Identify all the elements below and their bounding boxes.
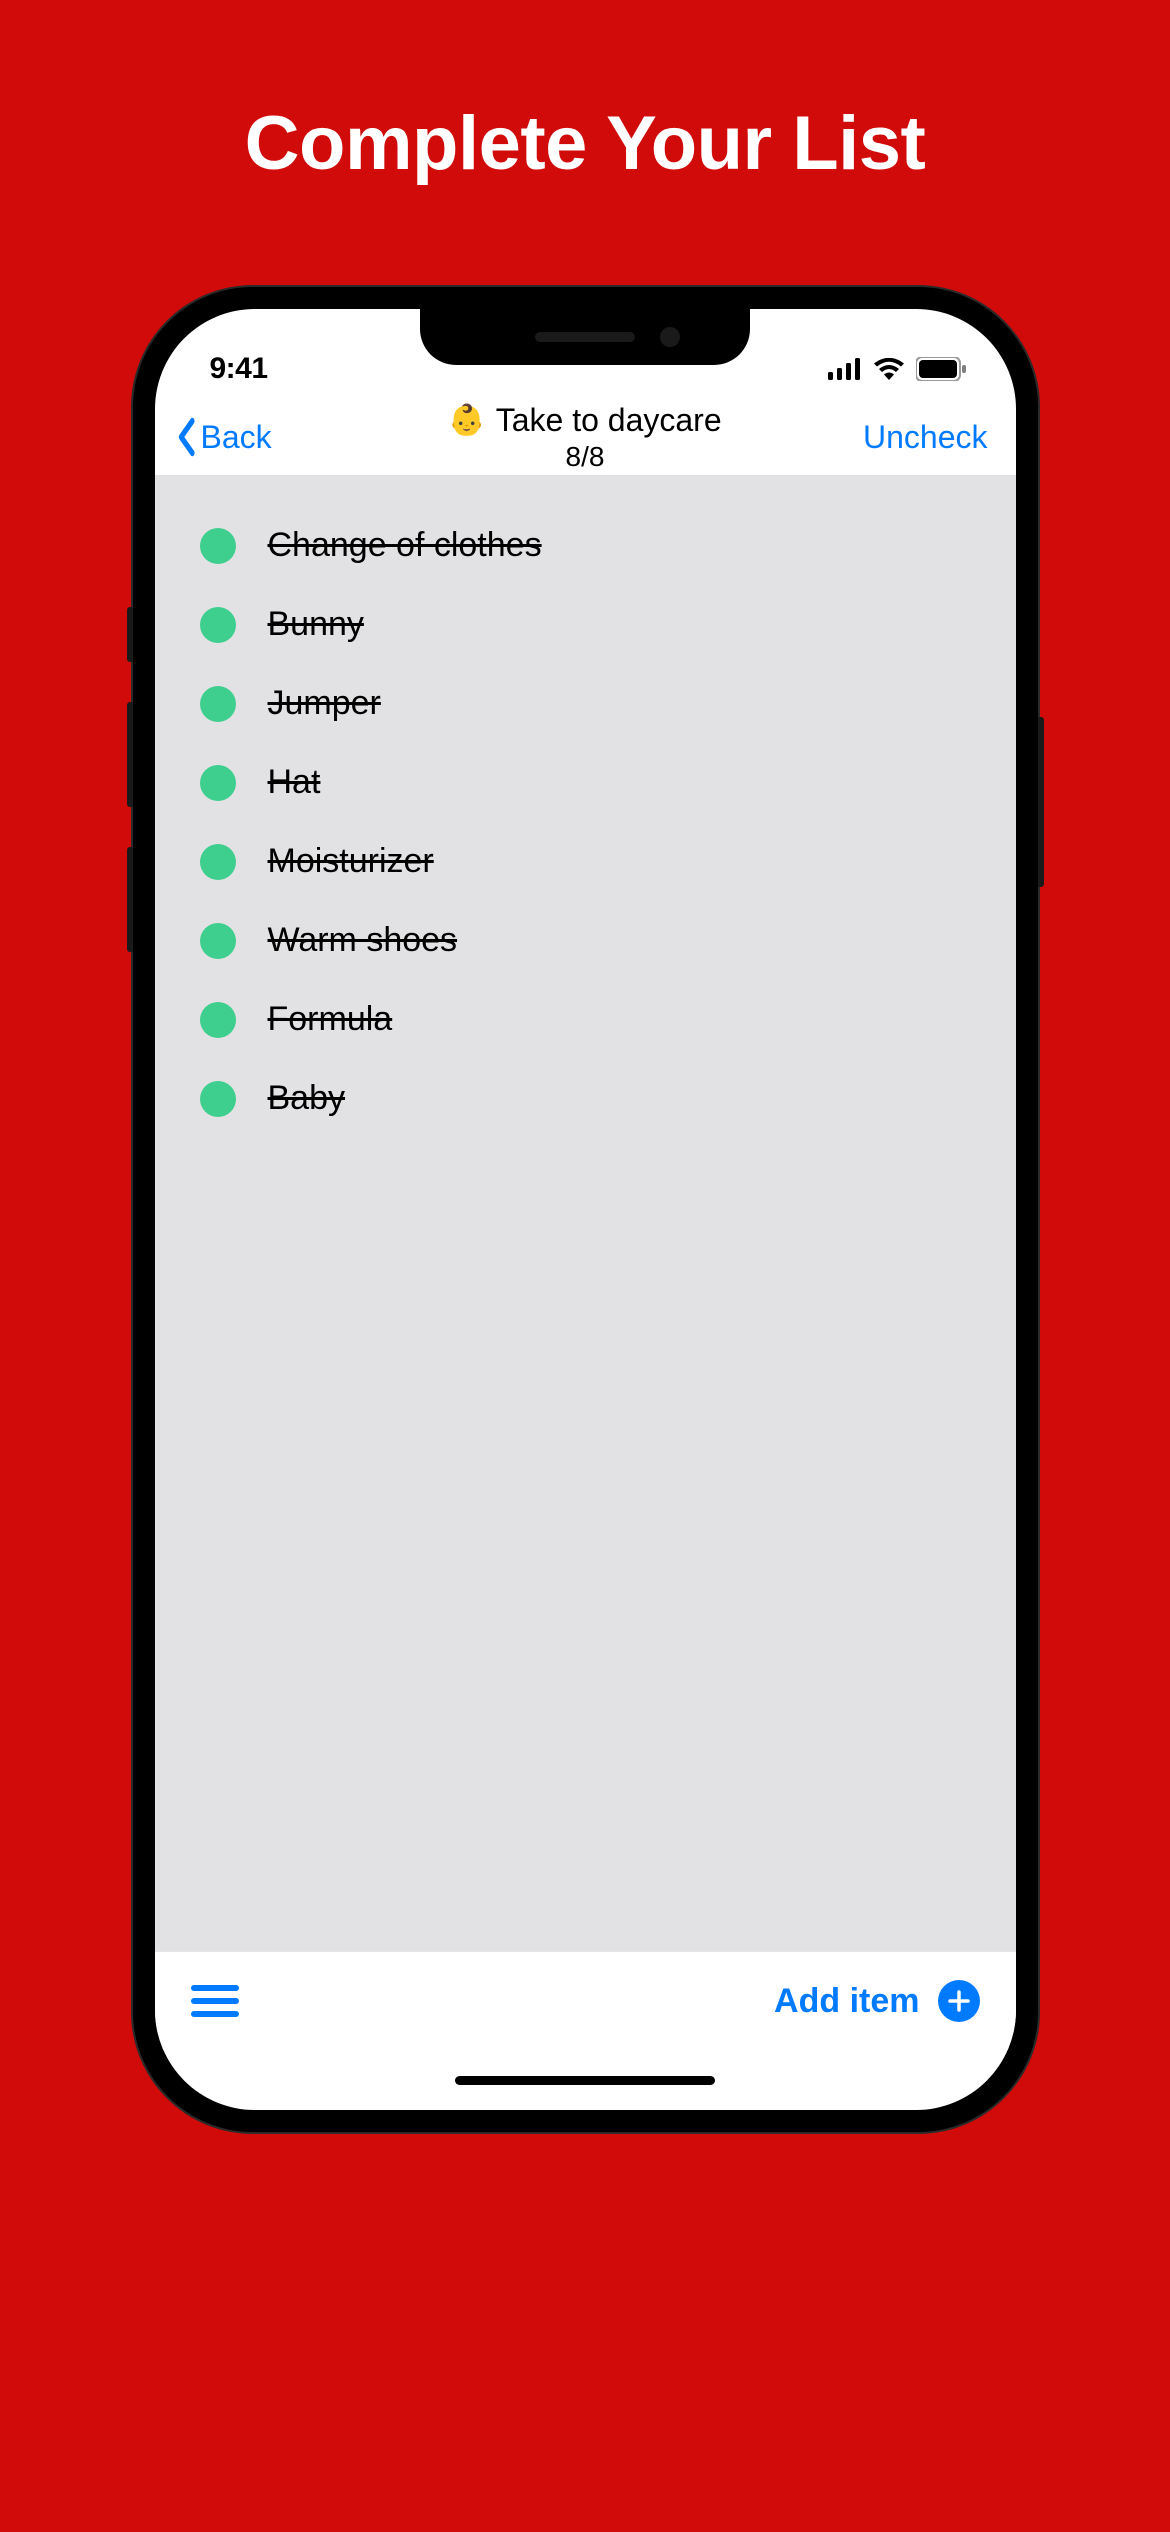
list-item[interactable]: Jumper xyxy=(155,664,1016,743)
phone-screen: 9:41 xyxy=(155,309,1016,2110)
hamburger-icon xyxy=(191,1985,239,1991)
list-item-label: Hat xyxy=(268,763,321,802)
list-item[interactable]: Baby xyxy=(155,1059,1016,1138)
list-item-label: Baby xyxy=(268,1079,346,1118)
menu-button[interactable] xyxy=(191,1985,239,2017)
back-label: Back xyxy=(201,419,272,456)
list-item[interactable]: Hat xyxy=(155,743,1016,822)
add-item-button[interactable]: Add item xyxy=(774,1980,979,2022)
chevron-left-icon xyxy=(176,417,194,457)
check-dot-icon[interactable] xyxy=(200,1002,236,1038)
list-item-label: Jumper xyxy=(268,684,381,723)
list-item-label: Moisturizer xyxy=(268,842,434,881)
phone-notch xyxy=(420,309,750,365)
list-item-label: Formula xyxy=(268,1000,393,1039)
list-item-label: Change of clothes xyxy=(268,526,542,565)
cellular-icon xyxy=(828,358,862,380)
check-dot-icon[interactable] xyxy=(200,923,236,959)
nav-title-text: Take to daycare xyxy=(496,402,722,439)
baby-icon: 👶 xyxy=(448,403,485,438)
home-indicator-area xyxy=(155,2050,1016,2110)
status-time: 9:41 xyxy=(210,352,268,386)
nav-title: 👶 Take to daycare xyxy=(448,402,721,439)
check-dot-icon[interactable] xyxy=(200,844,236,880)
home-indicator[interactable] xyxy=(455,2076,715,2085)
uncheck-button[interactable]: Uncheck xyxy=(863,419,988,456)
add-item-label: Add item xyxy=(774,1982,919,2021)
status-icons xyxy=(828,357,966,381)
plus-icon xyxy=(938,1980,980,2022)
check-dot-icon[interactable] xyxy=(200,1081,236,1117)
list-item[interactable]: Change of clothes xyxy=(155,506,1016,585)
list-item[interactable]: Moisturizer xyxy=(155,822,1016,901)
nav-title-group: 👶 Take to daycare 8/8 xyxy=(448,402,721,473)
list-area[interactable]: Change of clothes Bunny Jumper Hat Moisturiz… xyxy=(155,476,1016,1951)
list-item-label: Bunny xyxy=(268,605,364,644)
back-button[interactable]: Back xyxy=(173,417,272,457)
list-item[interactable]: Bunny xyxy=(155,585,1016,664)
phone-side-buttons-left xyxy=(127,607,133,992)
nav-counter: 8/8 xyxy=(566,441,605,473)
check-dot-icon[interactable] xyxy=(200,528,236,564)
list-item[interactable]: Formula xyxy=(155,980,1016,1059)
list-item[interactable]: Warm shoes xyxy=(155,901,1016,980)
phone-frame: 9:41 xyxy=(133,287,1038,2132)
promo-title: Complete Your List xyxy=(245,100,926,187)
toolbar: Add item xyxy=(155,1951,1016,2050)
battery-icon xyxy=(916,357,966,381)
wifi-icon xyxy=(873,358,905,380)
check-dot-icon[interactable] xyxy=(200,686,236,722)
check-dot-icon[interactable] xyxy=(200,607,236,643)
phone-side-button-right xyxy=(1038,717,1044,887)
check-dot-icon[interactable] xyxy=(200,765,236,801)
list-item-label: Warm shoes xyxy=(268,921,458,960)
nav-bar: Back 👶 Take to daycare 8/8 Uncheck xyxy=(155,399,1016,476)
